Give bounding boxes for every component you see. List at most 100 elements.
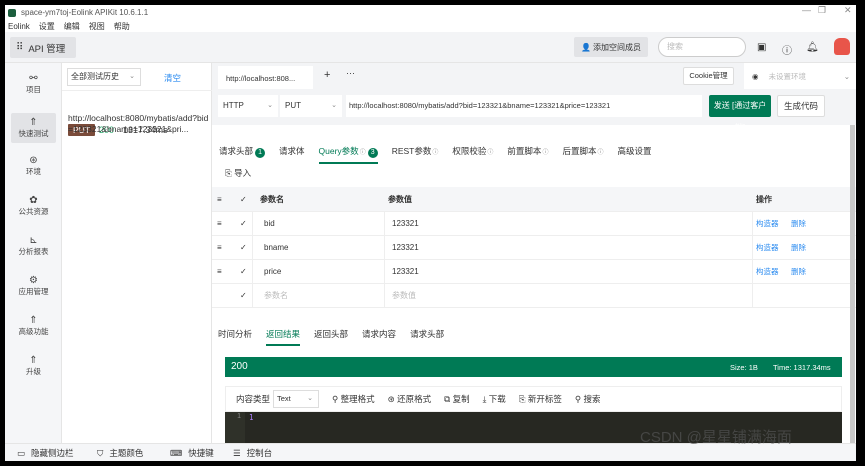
new-param-name-input[interactable]: 参数名 bbox=[264, 284, 288, 307]
tab-advanced-settings[interactable]: 高级设置 bbox=[617, 145, 651, 164]
tab-request-headers[interactable]: 请求头部 1 bbox=[219, 145, 266, 164]
search-icon: ⚲ bbox=[574, 394, 584, 404]
tab-request-body[interactable]: 请求体 bbox=[279, 145, 305, 164]
menu-help[interactable]: 帮助 bbox=[114, 21, 130, 32]
sidebar-item-upgrade[interactable]: ⇑ 升级 bbox=[11, 351, 56, 381]
param-value-input[interactable]: 123321 bbox=[392, 212, 419, 235]
url-row: HTTP ⌄ PUT ⌄ http://localhost:8080/mybatis… bbox=[212, 89, 856, 132]
gear-icon: ⚙ bbox=[29, 275, 38, 286]
method-value: PUT bbox=[285, 101, 301, 110]
sidebar-item-public-resources[interactable]: ✿ 公共资源 bbox=[11, 191, 56, 221]
menu-edit[interactable]: 编辑 bbox=[64, 21, 80, 32]
cookie-manage-button[interactable]: Cookie管理 bbox=[683, 67, 734, 85]
param-name-input[interactable]: price bbox=[264, 260, 281, 283]
environment-value: 未设置环境 bbox=[768, 71, 807, 81]
rocket-icon: ⇑ bbox=[29, 117, 38, 128]
history-item[interactable]: PUT 200 1317.34ms http://localhost:8080/… bbox=[62, 91, 212, 136]
close-icon[interactable]: ✕ bbox=[844, 5, 852, 16]
sidebar-item-quick-test[interactable]: ⇑ 快速测试 bbox=[11, 113, 56, 143]
add-tab-icon[interactable]: + bbox=[324, 69, 330, 81]
drag-all-icon[interactable]: ≡ bbox=[217, 187, 222, 211]
restore-format-button[interactable]: ⊛ 还原格式 bbox=[388, 393, 432, 405]
param-value-input[interactable]: 123321 bbox=[392, 236, 419, 259]
avatar[interactable] bbox=[834, 38, 850, 55]
sidebar-item-project[interactable]: ⚯ 项目 bbox=[11, 69, 56, 99]
builder-link[interactable]: 构造器 bbox=[756, 260, 779, 283]
menu-eolink[interactable]: Eolink bbox=[8, 22, 30, 31]
tab-response-headers[interactable]: 返回头部 bbox=[314, 328, 348, 346]
sidebar-item-advanced[interactable]: ⇑ 高级功能 bbox=[11, 311, 56, 341]
help-icon[interactable]: ⓘ bbox=[782, 42, 792, 57]
send-button[interactable]: 发送 [通过客户端] bbox=[709, 95, 771, 132]
bell-icon[interactable]: 🔔︎ bbox=[806, 42, 819, 53]
generate-code-button[interactable]: 生成代码 bbox=[777, 95, 825, 117]
tab-rest-params[interactable]: REST参数ⓘ bbox=[392, 145, 439, 164]
builder-link[interactable]: 构造器 bbox=[756, 212, 779, 235]
table-row: ≡ ✓ bname 123321 构造器 删除 bbox=[212, 236, 856, 260]
search-input[interactable]: 搜索 bbox=[658, 37, 746, 57]
method-select[interactable]: PUT ⌄ bbox=[280, 95, 342, 117]
console-button[interactable]: ☰ 控制台 bbox=[233, 447, 272, 459]
new-tab-button[interactable]: ⎘ 新开标签 bbox=[519, 393, 562, 405]
drag-handle-icon[interactable]: ≡ bbox=[217, 212, 222, 235]
drag-handle-icon[interactable]: ≡ bbox=[217, 260, 222, 283]
param-name-input[interactable]: bname bbox=[264, 236, 288, 259]
restore-icon[interactable]: ❐ bbox=[818, 5, 826, 16]
tab-pre-script[interactable]: 前置脚本ⓘ bbox=[507, 145, 548, 164]
download-button[interactable]: ⤓ 下载 bbox=[483, 393, 506, 405]
add-member-button[interactable]: 👤 添加空间成员 bbox=[574, 37, 648, 57]
request-tab[interactable]: http://localhost:808... bbox=[218, 66, 313, 89]
tab-request-content[interactable]: 请求内容 bbox=[362, 328, 396, 346]
search-button[interactable]: ⚲ 搜索 bbox=[575, 393, 601, 405]
tab-query-params[interactable]: Query参数ⓘ 3 bbox=[318, 145, 378, 164]
sidebar-item-app-manage[interactable]: ⚙ 应用管理 bbox=[11, 271, 56, 301]
content-type-select[interactable]: Text ⌄ bbox=[273, 390, 320, 408]
import-button[interactable]: ⎘ 导入 bbox=[225, 167, 251, 179]
history-panel: 全部测试历史 ⌄ 清空 PUT 200 1317.34ms http://loca… bbox=[62, 63, 212, 443]
delete-link[interactable]: 删除 bbox=[791, 236, 806, 259]
tab-response-body[interactable]: 返回结果 bbox=[266, 328, 301, 346]
environment-select[interactable]: ◉ 未设置环境 ⌄ bbox=[744, 63, 856, 89]
minimize-icon[interactable]: — bbox=[802, 5, 811, 15]
copy-button[interactable]: ⧉ 复制 bbox=[444, 393, 469, 405]
format-button[interactable]: ⚲ 整理格式 bbox=[332, 393, 375, 405]
chevron-down-icon: ⌄ bbox=[129, 73, 135, 80]
delete-link[interactable]: 删除 bbox=[791, 212, 806, 235]
tab-time-analysis[interactable]: 时间分析 bbox=[218, 328, 252, 346]
scrollbar[interactable] bbox=[850, 125, 855, 443]
menu-view[interactable]: 视图 bbox=[89, 21, 105, 32]
chevron-down-icon: ⌄ bbox=[267, 102, 273, 109]
api-manage-button[interactable]: ⠿ API 管理 bbox=[10, 37, 76, 58]
row-checkbox[interactable]: ✓ bbox=[240, 260, 247, 283]
clear-history-button[interactable]: 清空 bbox=[164, 72, 181, 84]
url-input[interactable]: http://localhost:8080/mybatis/add?bid=12… bbox=[346, 95, 702, 117]
api-manage-label: API 管理 bbox=[28, 43, 66, 55]
menu-settings[interactable]: 设置 bbox=[39, 21, 55, 32]
import-icon: ⎘ bbox=[225, 168, 235, 178]
row-checkbox[interactable]: ✓ bbox=[240, 236, 247, 259]
param-name-input[interactable]: bid bbox=[264, 212, 275, 235]
response-status-bar: 200 Size: 1B Time: 1317.34ms bbox=[225, 357, 842, 377]
row-checkbox[interactable]: ✓ bbox=[240, 212, 247, 235]
shortcuts-button[interactable]: ⌨ 快捷键 bbox=[170, 447, 214, 459]
drag-handle-icon[interactable]: ≡ bbox=[217, 236, 222, 259]
tab-request-headers-sent[interactable]: 请求头部 bbox=[410, 328, 444, 346]
builder-link[interactable]: 构造器 bbox=[756, 236, 779, 259]
row-checkbox[interactable]: ✓ bbox=[240, 284, 247, 307]
history-filter-select[interactable]: 全部测试历史 ⌄ bbox=[67, 68, 141, 86]
delete-link[interactable]: 删除 bbox=[791, 260, 806, 283]
more-icon[interactable]: ··· bbox=[346, 68, 355, 78]
calendar-icon[interactable]: ▣ bbox=[757, 42, 766, 53]
select-all-checkbox[interactable]: ✓ bbox=[240, 187, 247, 211]
hide-sidebar-button[interactable]: ▭ 隐藏侧边栏 bbox=[17, 447, 74, 459]
tab-auth[interactable]: 权限校验ⓘ bbox=[452, 145, 493, 164]
new-param-value-input[interactable]: 参数值 bbox=[392, 284, 416, 307]
sidebar-item-reports[interactable]: ⊾ 分析报表 bbox=[11, 231, 56, 261]
sidebar-item-environment[interactable]: ⊛ 环境 bbox=[11, 151, 56, 181]
theme-color-button[interactable]: ⛉ 主题颜色 bbox=[97, 447, 143, 459]
restore-icon: ⊛ bbox=[387, 394, 398, 404]
protocol-select[interactable]: HTTP ⌄ bbox=[218, 95, 278, 117]
info-icon: ⓘ bbox=[597, 150, 604, 156]
param-value-input[interactable]: 123321 bbox=[392, 260, 419, 283]
tab-post-script[interactable]: 后置脚本ⓘ bbox=[562, 145, 603, 164]
